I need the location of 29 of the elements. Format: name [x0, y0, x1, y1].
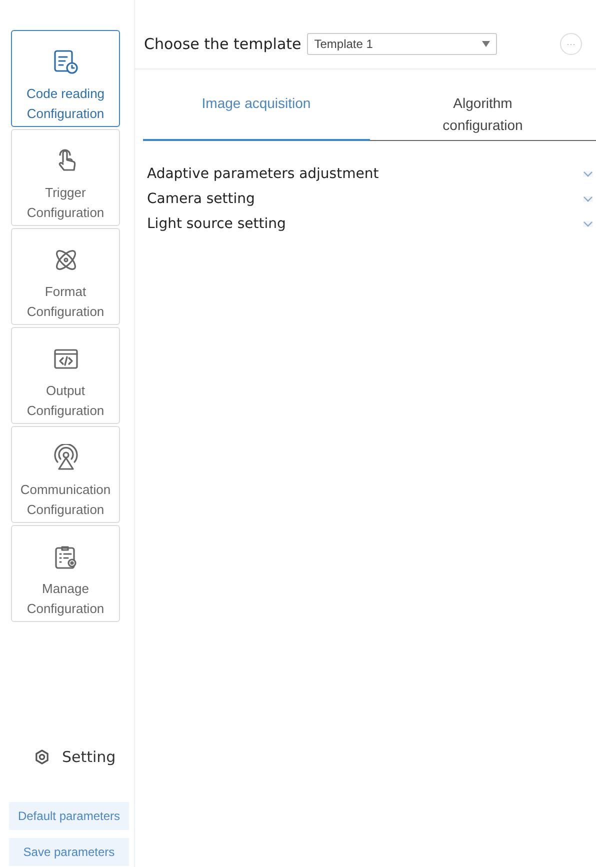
nav-card[interactable]: Code reading Configuration	[11, 30, 120, 127]
antenna-icon	[52, 444, 80, 472]
section-header[interactable]: Light source setting	[147, 216, 286, 232]
section-header[interactable]: Camera setting	[147, 190, 255, 206]
template-label: Choose the template	[144, 35, 302, 53]
nav-label: Output Configuration	[26, 382, 106, 420]
nav-label: Code reading Configuration	[25, 85, 106, 123]
chevron-icon[interactable]	[583, 220, 593, 226]
template-dropdown[interactable]: Template 1	[307, 33, 498, 55]
section-header[interactable]: Adaptive parameters adjustment	[147, 166, 379, 182]
chevron-icon[interactable]	[583, 196, 593, 202]
setting-link[interactable]: Setting	[62, 748, 116, 766]
nav-card[interactable]: Format Configuration	[11, 228, 120, 325]
nav-label: Trigger Configuration	[26, 184, 106, 222]
parameters-button[interactable]: Default parameters	[9, 802, 129, 830]
tab[interactable]: Image acquisition	[143, 92, 370, 141]
chevron-icon[interactable]	[583, 170, 593, 176]
parameters-button[interactable]: Save parameters	[9, 838, 129, 866]
nav-label: Manage Configuration	[26, 580, 106, 618]
nav-card[interactable]: Output Configuration	[11, 327, 120, 424]
nav-card[interactable]: Manage Configuration	[11, 525, 120, 622]
document-clock-icon	[52, 48, 80, 76]
nav-card[interactable]: Communication Configuration	[11, 426, 120, 523]
nav-label: Communication Configuration	[19, 481, 112, 519]
tab[interactable]: Algorithm configuration	[370, 92, 596, 141]
caret-icon	[482, 41, 490, 47]
nav-card[interactable]: Trigger Configuration	[11, 129, 120, 226]
nav-label: Format Configuration	[26, 283, 106, 321]
settings-icon[interactable]	[34, 749, 50, 765]
